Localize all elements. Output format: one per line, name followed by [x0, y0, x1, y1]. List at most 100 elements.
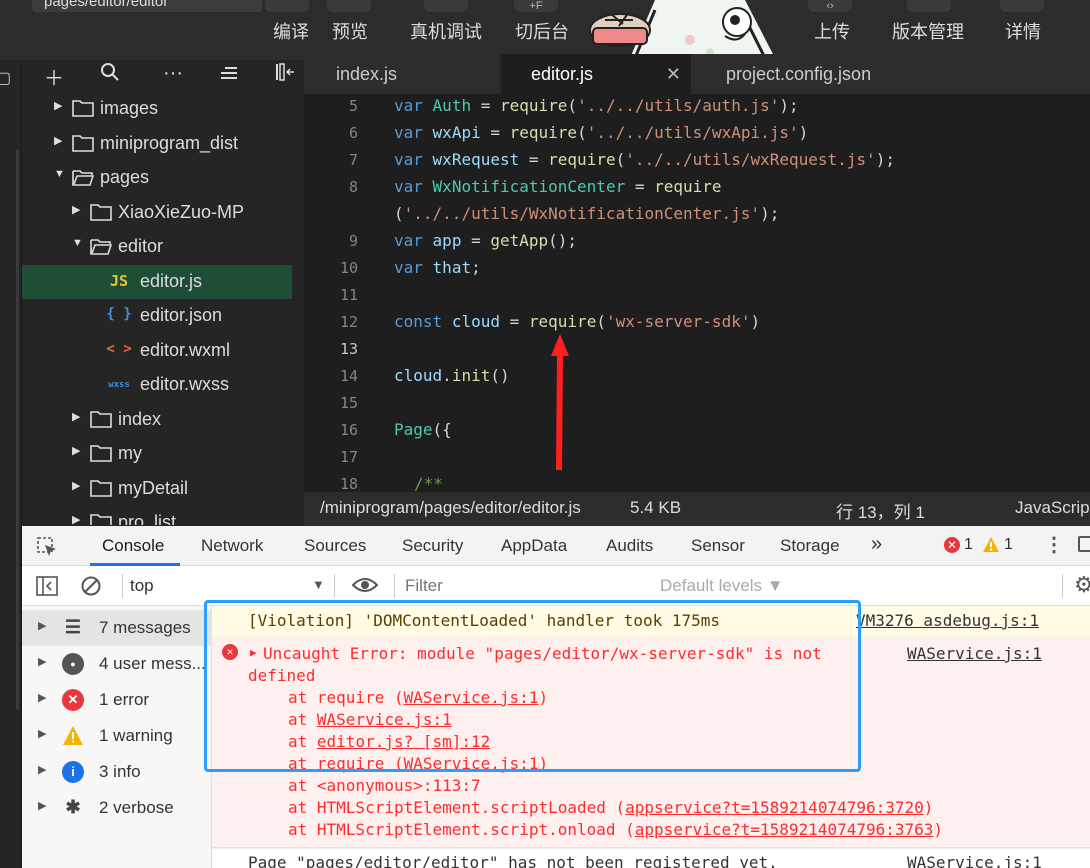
tree-item-index[interactable]: ▶ index [22, 403, 292, 437]
sidebar-item-error[interactable]: ▶ ✕ 1 error [22, 682, 212, 718]
tree-item-label: my [118, 443, 142, 463]
tab-console[interactable]: Console [102, 536, 164, 556]
preview-button[interactable]: 预览 [332, 18, 368, 44]
stack-frame-link[interactable]: appservice?t=1589214074796:3763 [635, 820, 934, 839]
compile-mode-select[interactable]: pages/editor/editor [32, 0, 262, 12]
tab-index-js[interactable]: index.js [304, 54, 500, 94]
tree-item-pages[interactable]: ▼ pages [22, 161, 292, 195]
chevron-right-icon[interactable]: ▶ [72, 444, 80, 457]
tab-network[interactable]: Network [201, 536, 263, 556]
chevron-right-icon[interactable]: ▶ [38, 763, 46, 776]
explorer-toolbar: ＋ ··· [22, 60, 304, 90]
chevron-down-icon[interactable]: ▼ [312, 577, 325, 592]
tree-item-editor-wxml[interactable]: < > editor.wxml [22, 334, 292, 368]
source-link[interactable]: VM3276 asdebug.js:1 [856, 611, 1039, 630]
chevron-down-icon[interactable]: ▼ [54, 168, 65, 180]
tab-security[interactable]: Security [402, 536, 463, 556]
inspect-icon[interactable] [36, 536, 58, 558]
preview-icon[interactable] [327, 0, 371, 12]
source-link[interactable]: WAService.js:1 [907, 644, 1042, 663]
sidebar-item-bug[interactable]: ▶ ✱ 2 verbose [22, 790, 212, 826]
search-icon[interactable] [100, 62, 120, 88]
tree-item-mydetail[interactable]: ▶ myDetail [22, 472, 292, 506]
tab-editor-js[interactable]: editor.js ✕ [501, 54, 691, 94]
clear-console-icon[interactable] [80, 575, 102, 597]
sidebar-item-list[interactable]: ▶ ☰ 7 messages [22, 610, 212, 646]
code-line: var Auth = require('../../utils/auth.js'… [394, 96, 799, 115]
chevron-down-icon[interactable]: ▼ [72, 237, 83, 249]
tree-item-editor[interactable]: ▼ editor [22, 230, 292, 264]
upload-button[interactable]: 上传 [814, 18, 850, 44]
tree-item-editor-js[interactable]: JS editor.js [22, 264, 292, 299]
device-debug-icon[interactable] [424, 0, 468, 12]
sidebar-item-warning[interactable]: ▶ 1 warning [22, 718, 212, 754]
chevron-right-icon[interactable]: ▶ [72, 513, 80, 525]
language-mode[interactable]: JavaScript [1015, 498, 1090, 518]
dock-icon[interactable] [1078, 536, 1090, 552]
eye-icon[interactable] [352, 576, 378, 594]
chevron-right-icon[interactable]: ▶ [72, 410, 80, 423]
folder-icon [90, 410, 112, 428]
tree-item-label: pages [100, 167, 150, 187]
error-count[interactable]: 1 [964, 536, 973, 554]
more-icon[interactable]: ··· [163, 62, 183, 85]
tree-item-editor-json[interactable]: { } editor.json [22, 299, 292, 333]
filter-input[interactable] [405, 572, 645, 600]
details-button[interactable]: 详情 [1005, 18, 1041, 44]
warning-count[interactable]: 1 [1004, 536, 1013, 554]
chevron-right-icon[interactable]: ▶ [38, 691, 46, 704]
tab-storage[interactable]: Storage [780, 536, 840, 556]
background-button[interactable]: 切后台 [515, 18, 569, 44]
tree-item-label: XiaoXieZuo-MP [118, 201, 245, 222]
tree-item-editor-wxss[interactable]: wxss editor.wxss [22, 368, 292, 402]
add-icon[interactable]: ＋ [44, 62, 64, 91]
tab-appdata[interactable]: AppData [501, 536, 567, 556]
sidebar-item-info[interactable]: ▶ i 3 info [22, 754, 212, 790]
chevron-right-icon[interactable]: ▶ [38, 655, 46, 668]
upload-icon[interactable]: ‹› [808, 0, 852, 12]
background-icon[interactable]: +F [514, 0, 558, 12]
tree-item-label: miniprogram_dist [100, 132, 239, 153]
sidebar-item-user[interactable]: ▶ ● 4 user mess... [22, 646, 212, 682]
tab-audits[interactable]: Audits [606, 536, 653, 556]
kebab-menu-icon[interactable]: ⋮ [1044, 532, 1064, 557]
chevron-right-icon[interactable]: ▶ [38, 727, 46, 740]
close-icon[interactable]: ✕ [666, 54, 681, 94]
version-icon[interactable] [907, 0, 951, 12]
chevron-right-icon[interactable]: ▶ [38, 799, 46, 812]
tree-item-images[interactable]: ▶ images [22, 92, 292, 126]
tab-sensor[interactable]: Sensor [691, 536, 745, 556]
collapse-icon[interactable] [219, 62, 239, 88]
tab-sources[interactable]: Sources [304, 536, 366, 556]
tab-project-config[interactable]: project.config.json [692, 54, 952, 94]
chevron-right-icon[interactable]: ▶ [54, 134, 62, 147]
tree-item-miniprogram-dist[interactable]: ▶ miniprogram_dist [22, 127, 292, 161]
cursor-position[interactable]: 行 13，列 1 [836, 498, 925, 523]
stack-frame-link[interactable]: appservice?t=1589214074796:3720 [625, 798, 924, 817]
code-line: cloud.init() [394, 366, 510, 385]
toolbar-divider [122, 574, 123, 598]
panel-icon[interactable]: ▢ [0, 68, 11, 88]
tree-item-label: editor.wxml [140, 339, 231, 360]
gear-icon[interactable]: ⚙ [1074, 572, 1090, 598]
details-icon[interactable] [1000, 0, 1044, 12]
context-select[interactable]: top [130, 576, 154, 596]
compile-icon[interactable] [265, 0, 309, 12]
chevron-right-icon[interactable]: ▶ [54, 99, 62, 112]
show-sidebar-icon[interactable] [36, 576, 58, 596]
tree-item-my[interactable]: ▶ my [22, 437, 292, 471]
chevron-right-icon[interactable]: ▶ [38, 619, 46, 632]
sidebar-item-label: 3 info [99, 762, 141, 781]
source-link[interactable]: WAService.js:1 [907, 853, 1042, 868]
log-levels-select[interactable]: Default levels ▼ [660, 576, 784, 596]
device-debug-button[interactable]: 真机调试 [410, 18, 482, 44]
compile-button[interactable]: 编译 [273, 18, 309, 44]
code-editor[interactable]: 5 6 7 8 9 10 11 12 13 14 15 16 17 18 var Auth = requi… [304, 94, 1090, 492]
toggle-sidebar-icon[interactable] [274, 62, 296, 88]
more-tabs-icon[interactable]: » [871, 533, 882, 556]
tree-item-pro-list[interactable]: ▶ pro_list [22, 506, 292, 525]
tree-item-xiaoxiezuo-mp[interactable]: ▶ XiaoXieZuo-MP [22, 196, 292, 230]
chevron-right-icon[interactable]: ▶ [72, 203, 80, 216]
version-button[interactable]: 版本管理 [892, 18, 964, 44]
chevron-right-icon[interactable]: ▶ [72, 479, 80, 492]
